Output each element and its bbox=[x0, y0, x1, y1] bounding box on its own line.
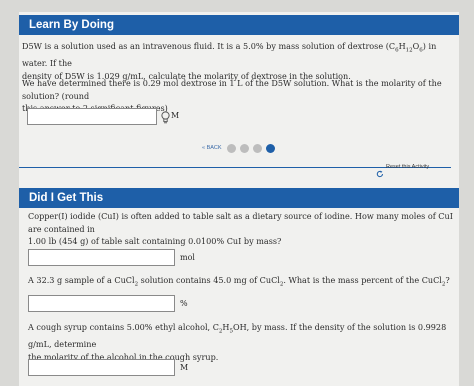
learn-answer-input[interactable] bbox=[27, 108, 157, 125]
progress-dot-4[interactable] bbox=[266, 144, 275, 153]
question-1-text: Copper(I) iodide (CuI) is often added to… bbox=[28, 211, 453, 246]
learn-paragraph-1: D5W is a solution used as an intravenous… bbox=[22, 41, 437, 81]
reset-icon[interactable] bbox=[376, 163, 384, 182]
question-3-unit: M bbox=[180, 363, 189, 372]
did-i-get-this-header: Did I Get This bbox=[19, 188, 459, 208]
question-1-unit: mol bbox=[180, 253, 195, 262]
question-1-input[interactable] bbox=[28, 249, 175, 266]
progress-dot-3[interactable] bbox=[253, 144, 262, 153]
question-3-text: A cough syrup contains 5.00% ethyl alcoh… bbox=[28, 322, 447, 362]
hint-lightbulb-icon[interactable] bbox=[161, 109, 170, 128]
progress-dot-2[interactable] bbox=[240, 144, 249, 153]
reset-activity-link[interactable]: Reset this Activity bbox=[386, 164, 429, 170]
question-2-text: A 32.3 g sample of a CuCl2 solution cont… bbox=[28, 275, 450, 288]
question-2-input[interactable] bbox=[28, 295, 175, 312]
question-2-unit: % bbox=[180, 299, 188, 308]
progress-dot-1[interactable] bbox=[227, 144, 236, 153]
learn-answer-unit: M bbox=[171, 111, 180, 120]
learn-by-doing-header: Learn By Doing bbox=[19, 15, 459, 35]
learn-by-doing-card: Learn By Doing D5W is a solution used as… bbox=[19, 12, 459, 386]
back-link[interactable]: « BACK bbox=[202, 145, 222, 151]
question-3-input[interactable] bbox=[28, 359, 175, 376]
